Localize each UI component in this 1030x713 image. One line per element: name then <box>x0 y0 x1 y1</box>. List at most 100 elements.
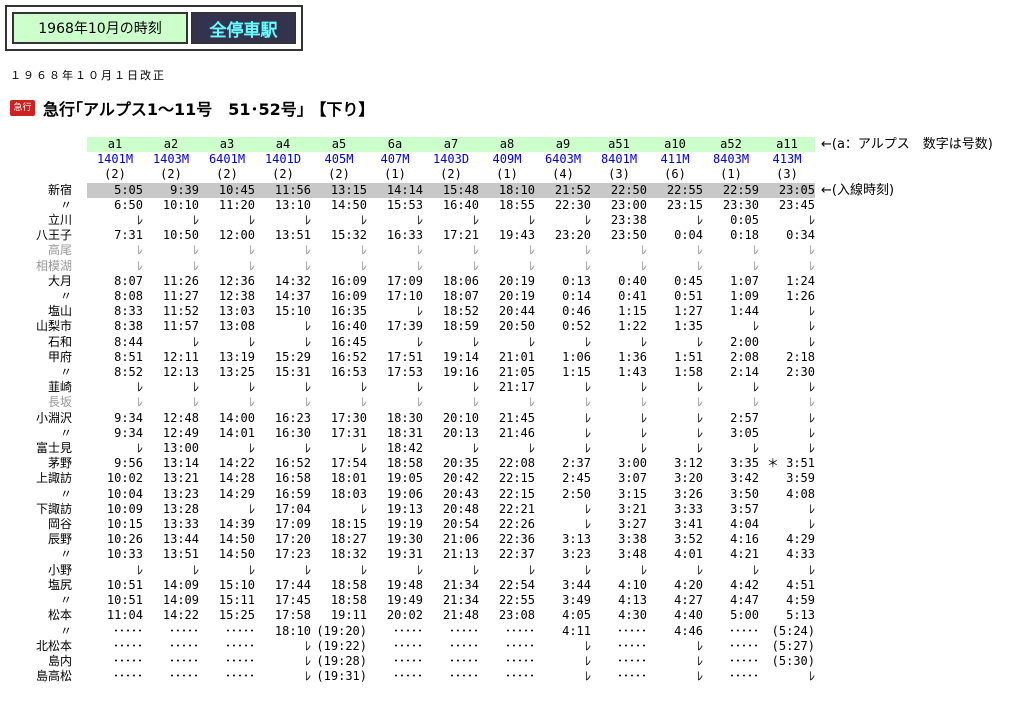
time-cell: 14:01 <box>218 425 255 440</box>
train-number: 405M <box>324 152 354 167</box>
station-name: 立川 <box>47 213 72 228</box>
train-name: a7 <box>423 137 479 153</box>
time-cell: ﾚ <box>136 562 143 577</box>
time-cell: 21:34 <box>442 577 479 592</box>
table-row: 〃 10:51 14:09 15:11 17:45 18:58 19:49 21:34 22:5… <box>10 593 993 608</box>
time-cell: 3:41 <box>674 517 703 532</box>
time-cell: 23:30 <box>722 197 759 212</box>
time-cell: 4:16 <box>730 532 759 547</box>
time-cell: ﾚ <box>696 334 703 349</box>
table-row: 〃 8:08 11:27 12:38 14:37 16:09 17:10 18:07 20:19… <box>10 289 993 304</box>
train-name: a5 <box>311 137 367 153</box>
time-cell: 11:26 <box>162 273 199 288</box>
station-header-cell <box>10 152 87 167</box>
time-cell: 10:15 <box>106 517 143 532</box>
station-name: 茅野 <box>47 456 72 471</box>
time-cell: 18:59 <box>442 319 479 334</box>
express-badge-icon: 急行 <box>10 100 35 116</box>
time-cell: 17:31 <box>330 425 367 440</box>
time-cell: 13:25 <box>218 365 255 380</box>
blank-note <box>815 167 993 182</box>
time-cell: 19:43 <box>498 228 535 243</box>
time-cell: ﾚ <box>584 395 591 410</box>
time-cell: ﾚ <box>472 213 479 228</box>
time-cell: 0:34 <box>786 228 815 243</box>
time-cell: ･････ <box>224 653 255 668</box>
train-cars-row: (2) (2) (2) (2) (2) (1) (2) (1) (4) (3) (6) (1) (3) <box>10 167 993 182</box>
time-cell: 4:30 <box>618 608 647 623</box>
time-cell: ﾚ <box>304 334 311 349</box>
time-cell: ﾚ <box>584 334 591 349</box>
time-cell: 14:14 <box>367 182 423 198</box>
time-cell: (5:30) <box>771 653 815 668</box>
station-name: 〃 <box>59 486 72 501</box>
time-cell: 4:47 <box>730 593 759 608</box>
time-cell: ﾚ <box>696 243 703 258</box>
time-cell: ﾚ <box>472 243 479 258</box>
time-cell: ﾚ <box>696 653 703 668</box>
time-cell: 15:29 <box>274 349 311 364</box>
time-cell: ﾚ <box>472 258 479 273</box>
time-cell: 17:23 <box>274 547 311 562</box>
time-cell: 19:31 <box>386 547 423 562</box>
time-cell: 4:10 <box>618 577 647 592</box>
time-cell: 21:48 <box>442 608 479 623</box>
table-row: 甲府 8:51 12:11 13:19 15:29 16:52 17:51 19:14 21:0… <box>10 350 993 365</box>
time-cell: 4:21 <box>730 547 759 562</box>
time-cell: 22:36 <box>498 532 535 547</box>
time-cell: 2:30 <box>786 365 815 380</box>
station-name: 〃 <box>59 623 72 638</box>
blank-note <box>815 608 993 623</box>
time-cell: ﾚ <box>752 441 759 456</box>
time-cell: 13:33 <box>162 517 199 532</box>
time-cell: 14:22 <box>162 608 199 623</box>
time-cell: 3:27 <box>618 517 647 532</box>
time-cell: 0:14 <box>562 289 591 304</box>
time-cell: 16:40 <box>442 197 479 212</box>
time-cell: 20:44 <box>498 304 535 319</box>
time-cell: 22:50 <box>591 182 647 198</box>
train-name: a2 <box>143 137 199 153</box>
time-cell: (19:22) <box>316 638 367 653</box>
time-cell: ﾚ <box>584 517 591 532</box>
time-cell: 3:42 <box>730 471 759 486</box>
all-stations-tab[interactable]: 全停車駅 <box>191 12 296 44</box>
time-cell: ＊ 3:51 <box>766 456 815 471</box>
time-cell: ﾚ <box>360 243 367 258</box>
table-row: 長坂 ﾚ ﾚ ﾚ ﾚ ﾚ ﾚ ﾚ ﾚ ﾚ ﾚ ﾚ ﾚ ﾚ <box>10 395 993 410</box>
time-cell: 18:06 <box>442 273 479 288</box>
time-cell: 22:54 <box>498 577 535 592</box>
time-cell: 17:04 <box>274 501 311 516</box>
table-row: 〃 6:50 10:10 11:20 13:10 14:50 15:53 16:40 18:55… <box>10 198 993 213</box>
time-cell: ﾚ <box>304 669 311 684</box>
time-cell: 14:09 <box>162 577 199 592</box>
time-cell: ﾚ <box>360 380 367 395</box>
train-number: 1401D <box>264 152 302 167</box>
timetable-1968-link[interactable]: 1968年10月の時刻 <box>12 12 188 44</box>
time-cell: ﾚ <box>808 517 815 532</box>
time-cell: 9:34 <box>114 425 143 440</box>
time-cell: 3:26 <box>674 486 703 501</box>
time-cell: ･････ <box>616 623 647 638</box>
time-cell: 1:26 <box>786 289 815 304</box>
time-cell: 4:01 <box>674 547 703 562</box>
time-cell: 3:12 <box>674 456 703 471</box>
time-cell: 0:46 <box>562 304 591 319</box>
time-cell: 20:19 <box>498 289 535 304</box>
time-cell: ﾚ <box>360 501 367 516</box>
train-cars: (1) <box>496 167 518 182</box>
time-cell: 22:08 <box>498 456 535 471</box>
blank-note <box>815 259 993 274</box>
time-cell: 19:11 <box>330 608 367 623</box>
time-cell: 18:10 <box>479 182 535 198</box>
train-cars: (2) <box>216 167 238 182</box>
time-cell: 19:05 <box>386 471 423 486</box>
time-cell: ･････ <box>224 638 255 653</box>
table-row: 塩山 8:33 11:52 13:03 15:10 16:35 ﾚ 18:52 20:44 0:4… <box>10 304 993 319</box>
time-cell: 18:42 <box>386 441 423 456</box>
time-cell: ･････ <box>168 638 199 653</box>
station-name: 小野 <box>47 562 72 577</box>
time-cell: ﾚ <box>304 380 311 395</box>
train-cars: (2) <box>104 167 126 182</box>
time-cell: 4:51 <box>786 577 815 592</box>
